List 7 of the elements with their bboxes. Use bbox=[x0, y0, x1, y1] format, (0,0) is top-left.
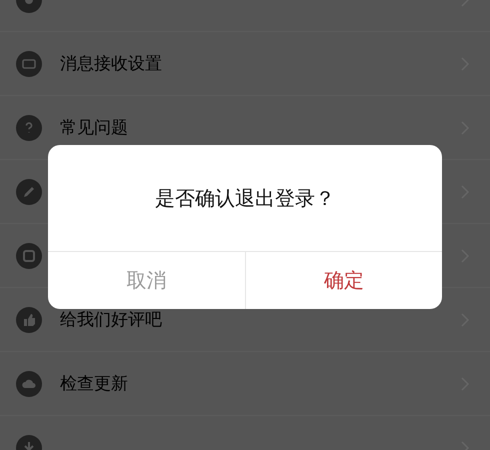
setting-label[interactable]: 消息接收设置 bbox=[60, 52, 460, 75]
setting-label[interactable]: 检查更新 bbox=[60, 372, 460, 395]
cancel-button[interactable]: 取消 bbox=[48, 252, 244, 309]
setting-label[interactable]: 给我们好评吧 bbox=[60, 308, 460, 331]
confirm-button[interactable]: 确定 bbox=[244, 252, 442, 309]
dialog-message: 是否确认退出登录？ bbox=[155, 184, 335, 212]
setting-label[interactable]: 常见问题 bbox=[60, 116, 460, 139]
